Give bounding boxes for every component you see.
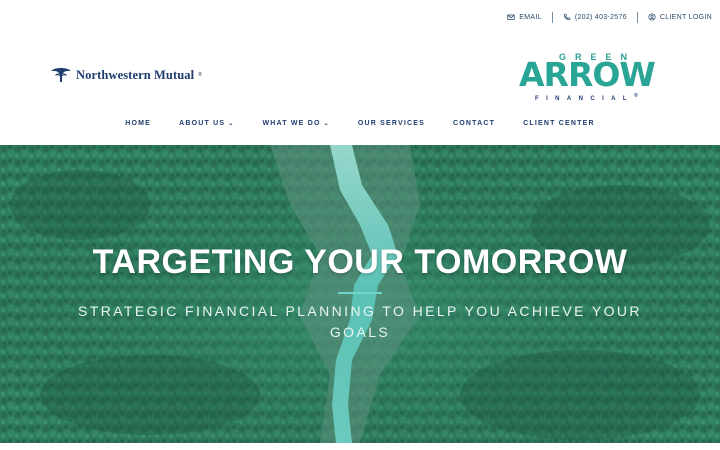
nav-item-label: ABOUT US <box>179 120 226 127</box>
nav-item-client-center[interactable]: CLIENT CENTER <box>509 120 609 127</box>
brand-main-word: ARROW <box>519 55 656 94</box>
hero-section: TARGETING YOUR TOMORROW STRATEGIC FINANC… <box>0 145 720 443</box>
client-login-link[interactable]: CLIENT LOGIN <box>648 13 712 21</box>
eagle-logo-icon <box>51 68 71 82</box>
hero-title: TARGETING YOUR TOMORROW <box>92 243 628 281</box>
phone-link[interactable]: (202) 403-2576 <box>563 13 627 21</box>
nav-item-label: CONTACT <box>453 120 496 127</box>
main-navigation: HOME ABOUT US ⌄ WHAT WE DO ⌄ OUR SERVICES … <box>0 120 720 127</box>
envelope-icon <box>507 14 515 20</box>
hero-subtitle: STRATEGIC FINANCIAL PLANNING TO HELP YOU… <box>78 303 642 340</box>
hero-divider <box>338 292 382 294</box>
nav-item-label: WHAT WE DO <box>262 120 321 127</box>
registered-mark: ® <box>198 72 202 78</box>
nav-list: HOME ABOUT US ⌄ WHAT WE DO ⌄ OUR SERVICES … <box>111 120 608 127</box>
nav-item-what-we-do[interactable]: WHAT WE DO ⌄ <box>248 120 343 127</box>
nav-item-home[interactable]: HOME <box>111 120 165 127</box>
email-label: EMAIL <box>519 13 542 21</box>
phone-label: (202) 403-2576 <box>574 13 627 21</box>
hero-background-image <box>0 145 720 443</box>
client-login-label: CLIENT LOGIN <box>659 13 712 21</box>
nav-item-contact[interactable]: CONTACT <box>439 120 509 127</box>
user-icon <box>648 13 656 21</box>
nav-item-label: HOME <box>125 120 152 127</box>
nav-item-our-services[interactable]: OUR SERVICES <box>344 120 439 127</box>
chevron-down-icon: ⌄ <box>228 121 235 127</box>
chevron-down-icon: ⌄ <box>323 121 330 127</box>
utility-bar: EMAIL (202) 403-2576 CLIENT LOGIN <box>507 10 712 24</box>
nav-item-label: OUR SERVICES <box>357 120 426 127</box>
northwestern-mutual-logo[interactable]: Northwestern Mutual ® <box>50 66 202 84</box>
utility-divider <box>636 11 638 23</box>
utility-divider <box>551 11 553 23</box>
green-arrow-financial-logo[interactable]: GREEN ARROW FINANCIAL® <box>519 52 671 102</box>
brand-bottom-text: FINANCIAL <box>535 96 634 102</box>
phone-icon <box>564 13 571 21</box>
brand-bottom-word: FINANCIAL® <box>535 93 638 102</box>
partner-name: Northwestern Mutual <box>76 67 195 82</box>
nav-item-label: CLIENT CENTER <box>523 120 595 127</box>
nav-item-about-us[interactable]: ABOUT US ⌄ <box>165 120 248 127</box>
email-link[interactable]: EMAIL <box>507 13 542 21</box>
registered-mark: ® <box>633 93 638 99</box>
